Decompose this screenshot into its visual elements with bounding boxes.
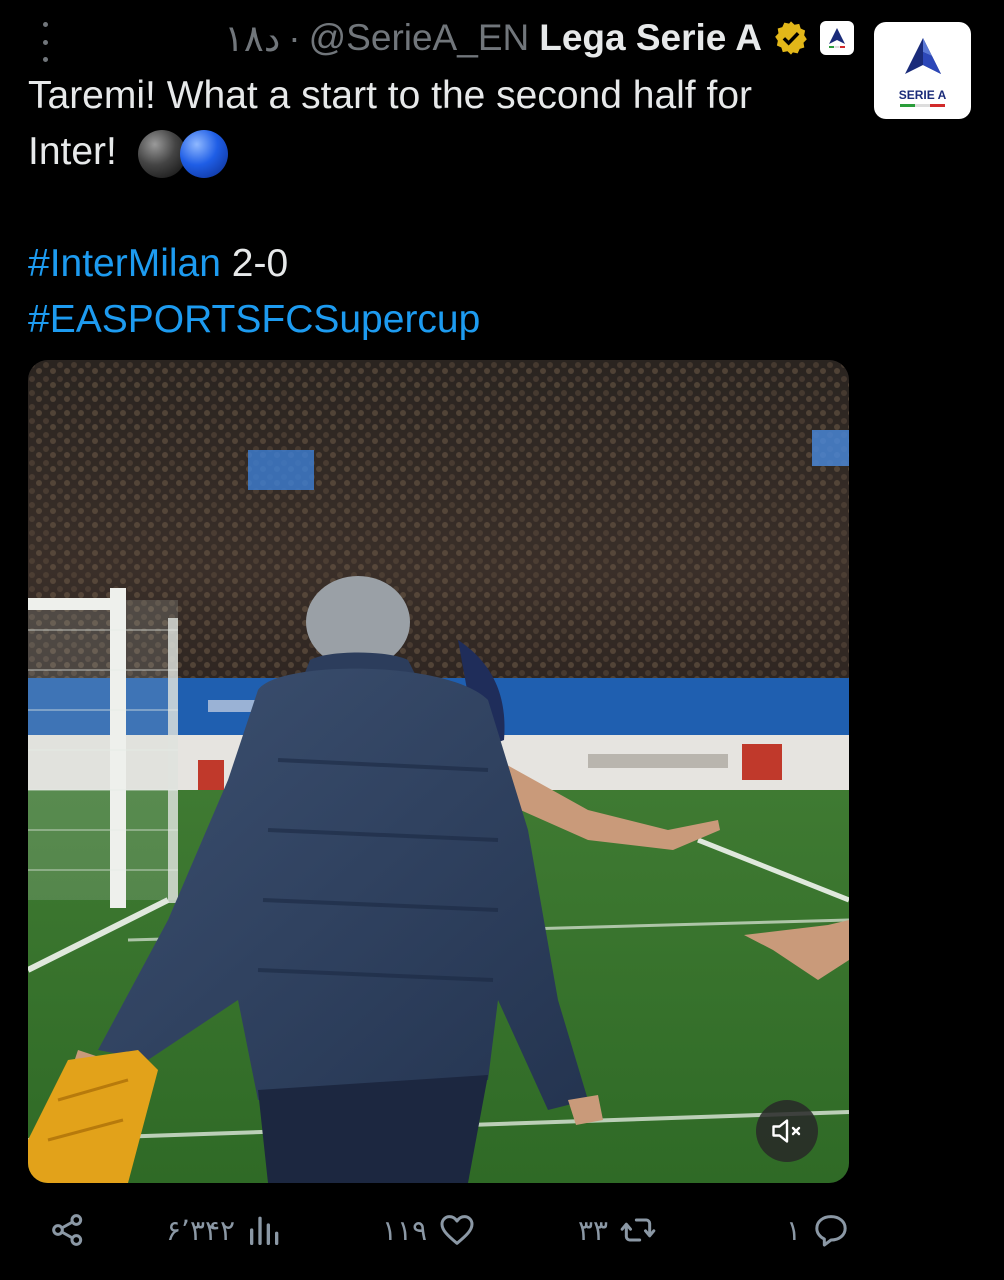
avatar-label: SERIE A	[898, 88, 947, 102]
video-player[interactable]	[28, 360, 849, 1183]
reply-icon	[815, 1215, 847, 1247]
tweet-time[interactable]: ۱۸د	[224, 17, 280, 60]
dot	[42, 57, 48, 62]
display-name[interactable]: Lega Serie A	[539, 17, 762, 59]
tweet-line-5: #EASPORTSFCSupercup	[28, 292, 858, 348]
mute-toggle-button[interactable]	[756, 1100, 818, 1162]
tweet-meta: ۱۸د · @SerieA_EN	[224, 17, 529, 60]
tweet-actions-bar: ۶٬۳۴۲ ۱۱۹ ۳۳ ۱	[0, 1200, 1004, 1260]
tweet-line-2: Inter!	[28, 124, 858, 180]
dot	[42, 39, 48, 45]
serie-a-logo-icon	[904, 38, 941, 74]
hashtag-intermilan[interactable]: #InterMilan	[28, 242, 221, 285]
video-frame	[28, 360, 849, 1183]
like-icon	[440, 1215, 474, 1245]
black-circle-emoji-icon	[137, 129, 186, 178]
views-count: ۶٬۳۴۲	[166, 1214, 236, 1246]
italian-flag-bar	[899, 104, 946, 107]
share-icon	[52, 1214, 83, 1246]
verified-badge-icon	[775, 21, 807, 55]
views-button[interactable]: ۶٬۳۴۲	[166, 1200, 285, 1260]
dot	[42, 22, 48, 27]
tweet-body: Taremi! What a start to the second half …	[28, 68, 858, 348]
meta-separator: ·	[288, 17, 301, 58]
score-text: 2-0	[220, 242, 289, 285]
affiliate-logo-icon[interactable]	[820, 21, 854, 55]
share-button[interactable]	[48, 1200, 88, 1260]
repost-icon	[620, 1218, 656, 1242]
hashtag-easportsfcsupercup[interactable]: #EASPORTSFCSupercup	[28, 298, 480, 341]
replies-count: ۱	[786, 1214, 802, 1246]
profile-avatar[interactable]: SERIE A	[874, 22, 971, 119]
blue-circle-emoji-icon	[179, 129, 228, 178]
volume-muted-icon	[772, 1119, 801, 1143]
serie-a-mini-icon	[829, 28, 845, 48]
reposts-count: ۳۳	[578, 1214, 609, 1246]
likes-count: ۱۱۹	[382, 1214, 428, 1246]
tweet-line-1: Taremi! What a start to the second half …	[28, 74, 752, 117]
reply-button[interactable]: ۱	[786, 1200, 851, 1260]
tweet-line-2-text: Inter!	[28, 130, 117, 173]
user-handle[interactable]: @SerieA_EN	[309, 17, 530, 59]
more-options-icon[interactable]	[36, 22, 54, 62]
tweet-line-4: #InterMilan 2-0	[28, 236, 858, 292]
goal-net	[28, 588, 178, 908]
like-button[interactable]: ۱۱۹	[382, 1200, 477, 1260]
emoji-group	[137, 129, 228, 178]
tweet-header: ۱۸د · @SerieA_EN Lega Serie A	[224, 12, 854, 64]
views-icon	[250, 1216, 279, 1245]
repost-button[interactable]: ۳۳	[578, 1200, 658, 1260]
